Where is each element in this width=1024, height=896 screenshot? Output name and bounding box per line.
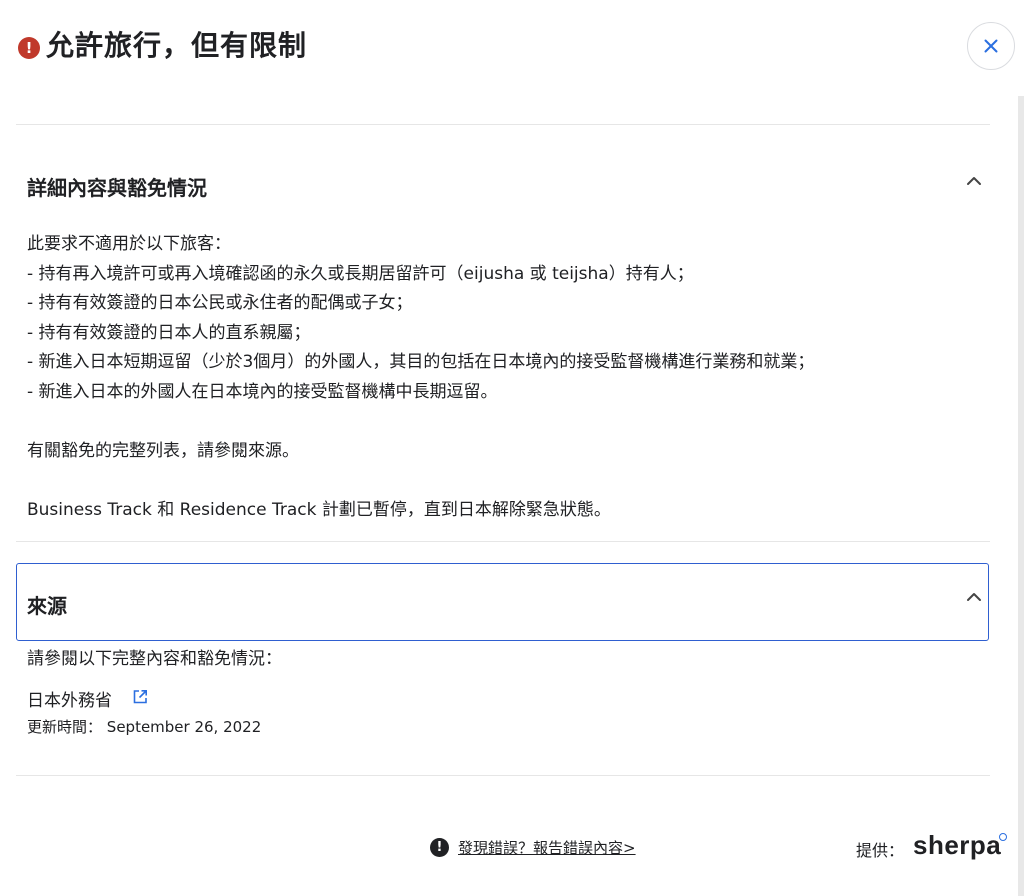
details-heading: 詳細內容與豁免情況 xyxy=(27,176,207,200)
details-body: 此要求不適用於以下旅客： - 持有再入境許可或再入境確認函的永久或長期居留許可（… xyxy=(27,230,977,526)
sources-intro: 請參閱以下完整內容和豁免情況： xyxy=(27,649,282,669)
exclamation-circle-icon: ! xyxy=(430,838,449,857)
sherpa-logo[interactable]: sherpa xyxy=(913,830,1001,861)
external-link-icon[interactable] xyxy=(132,689,148,705)
close-button[interactable] xyxy=(967,22,1015,70)
updated-row: 更新時間： September 26, 2022 xyxy=(27,716,261,737)
close-icon xyxy=(984,39,998,53)
divider xyxy=(16,775,990,776)
exemption-item: - 新進入日本的外國人在日本境內的接受監督機構中長期逗留。 xyxy=(27,381,498,402)
divider xyxy=(16,124,990,125)
suspension-note: Business Track 和 Residence Track 計劃已暫停，直… xyxy=(27,500,611,521)
page-title: 允許旅行，但有限制 xyxy=(46,29,308,62)
full-list-note: 有關豁免的完整列表，請參閱來源。 xyxy=(27,441,299,462)
report-error-link[interactable]: 發現錯誤？報告錯誤內容> xyxy=(458,837,636,858)
sources-heading: 來源 xyxy=(27,594,67,618)
exemption-item: - 持有有效簽證的日本公民或永住者的配偶或子女； xyxy=(27,293,413,314)
exemption-item: - 持有再入境許可或再入境確認函的永久或長期居留許可（eijusha 或 tei… xyxy=(27,263,694,284)
details-intro: 此要求不適用於以下旅客： xyxy=(27,234,231,254)
sherpa-logo-dot xyxy=(999,833,1007,841)
chevron-up-icon[interactable] xyxy=(966,176,982,186)
divider xyxy=(16,541,990,542)
updated-label: 更新時間： xyxy=(27,718,103,736)
updated-date: September 26, 2022 xyxy=(106,718,262,736)
modal-header: ! 允許旅行，但有限制 xyxy=(0,0,1024,96)
source-link-mofa[interactable]: 日本外務省 xyxy=(27,686,112,711)
details-section-toggle[interactable]: 詳細內容與豁免情況 xyxy=(27,172,207,201)
exclamation-circle-icon: ! xyxy=(18,37,40,59)
exemption-item: - 新進入日本短期逗留（少於3個月）的外國人，其目的包括在日本境內的接受監督機構… xyxy=(27,352,815,373)
exemption-item: - 持有有效簽證的日本人的直系親屬； xyxy=(27,322,311,343)
scrollbar-track[interactable] xyxy=(1018,96,1024,896)
sources-section-toggle[interactable]: 來源 xyxy=(16,563,989,641)
chevron-up-icon xyxy=(967,593,981,601)
provided-by-label: 提供： xyxy=(856,841,905,860)
